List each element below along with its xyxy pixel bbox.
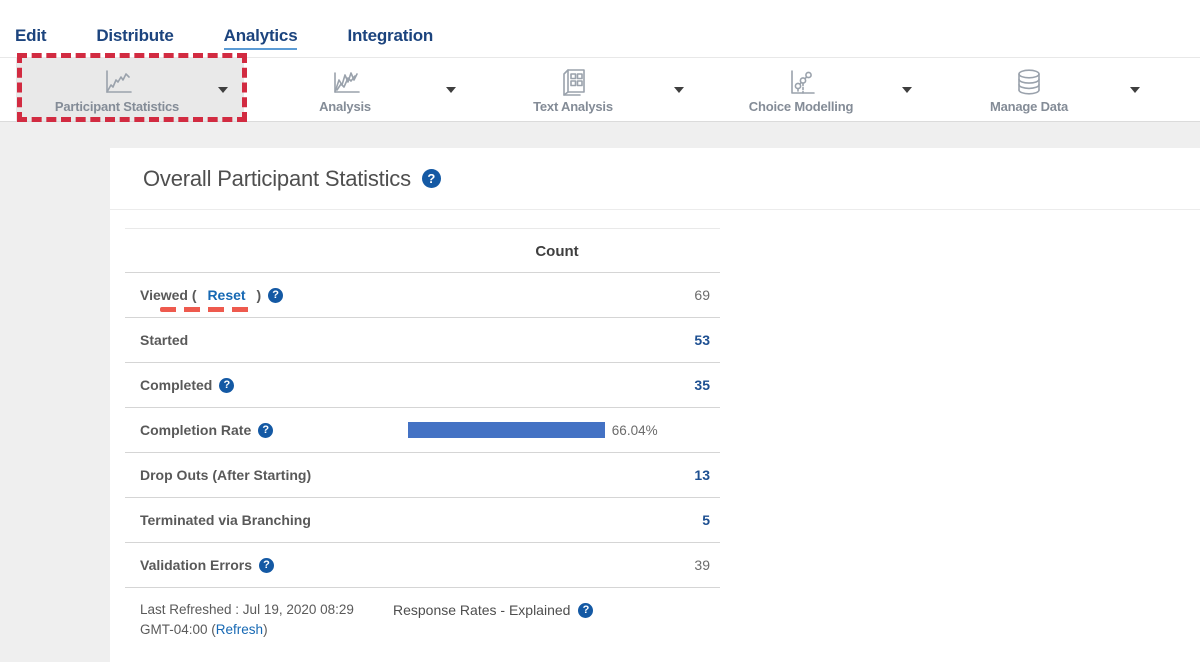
chevron-down-icon[interactable] — [674, 87, 684, 93]
main-nav: Edit Distribute Analytics Integration — [0, 0, 1200, 50]
row-label-text: Started — [140, 332, 188, 348]
row-label-text: Drop Outs (After Starting) — [140, 467, 311, 483]
toolbar-item-choice-modelling[interactable]: Choice Modelling — [700, 58, 928, 121]
row-label: Drop Outs (After Starting) — [140, 467, 311, 483]
toolbar-item-analysis[interactable]: Analysis — [244, 58, 472, 121]
row-value: 5 — [702, 512, 710, 528]
toolbar-item-text-analysis[interactable]: Text Analysis — [472, 58, 700, 121]
row-value: 69 — [694, 287, 710, 303]
row-label-text: Validation Errors — [140, 557, 252, 573]
row-value: 39 — [694, 557, 710, 573]
table-row-validation-errors: Validation Errors 39 — [125, 543, 720, 588]
table-row-completed: Completed 35 — [125, 363, 720, 408]
table-row-started: Started 53 — [125, 318, 720, 363]
document-grid-icon — [556, 66, 590, 96]
completion-rate-percent: 66.04% — [612, 423, 658, 438]
row-label: Completion Rate — [140, 422, 273, 438]
completion-rate-bar: 66.04% — [408, 422, 706, 438]
annotation-underline — [160, 307, 252, 312]
response-rates-explained: Response Rates - Explained — [393, 600, 593, 620]
row-value: 35 — [694, 377, 710, 393]
row-label: Terminated via Branching — [140, 512, 311, 528]
row-label: Completed — [140, 377, 234, 393]
toolbar-item-label: Analysis — [319, 99, 371, 114]
nav-tab-distribute[interactable]: Distribute — [96, 26, 173, 50]
row-label: Started — [140, 332, 188, 348]
row-label-text: ) — [253, 287, 262, 303]
table-row-drop-outs: Drop Outs (After Starting) 13 — [125, 453, 720, 498]
line-chart-icon — [100, 66, 134, 96]
toolbar-item-label: Text Analysis — [533, 99, 613, 114]
zigzag-chart-icon — [328, 66, 362, 96]
toolbar-item-label: Participant Statistics — [55, 99, 179, 114]
table-row-viewed: Viewed ( Reset ) 69 — [125, 273, 720, 318]
panel-header: Overall Participant Statistics — [110, 148, 1200, 210]
analysis-button-body: Analysis — [244, 58, 446, 121]
last-refreshed-text: Last Refreshed : Jul 19, 2020 08:29 GMT-… — [125, 600, 393, 640]
choice-modelling-button-body: Choice Modelling — [700, 58, 902, 121]
content-panel: Overall Participant Statistics Count Vie… — [110, 148, 1200, 662]
response-rates-label: Response Rates - Explained — [393, 602, 570, 618]
analytics-toolbar: Participant Statistics Analysis — [0, 57, 1200, 122]
table-row-terminated: Terminated via Branching 5 — [125, 498, 720, 543]
table-row-completion-rate: Completion Rate 66.04% — [125, 408, 720, 453]
refresh-link[interactable]: Refresh — [216, 622, 263, 637]
completion-rate-bar-fill — [408, 422, 605, 438]
reset-link[interactable]: Reset — [207, 287, 245, 303]
participant-statistics-button-body: Participant Statistics — [16, 58, 218, 121]
scatter-trend-icon — [784, 66, 818, 96]
nav-tab-edit[interactable]: Edit — [15, 26, 46, 50]
nav-tab-integration[interactable]: Integration — [347, 26, 433, 50]
table-header-row: Count — [125, 228, 720, 273]
row-label-text: Completed — [140, 377, 212, 393]
row-label: Validation Errors — [140, 557, 274, 573]
help-icon[interactable] — [268, 288, 283, 303]
chevron-down-icon[interactable] — [902, 87, 912, 93]
toolbar-item-participant-statistics[interactable]: Participant Statistics — [16, 58, 244, 121]
row-label-text: Terminated via Branching — [140, 512, 311, 528]
help-icon[interactable] — [259, 558, 274, 573]
text-analysis-button-body: Text Analysis — [472, 58, 674, 121]
row-label-text: Completion Rate — [140, 422, 251, 438]
row-label-text: Viewed ( — [140, 287, 200, 303]
last-refreshed-line1: Last Refreshed : Jul 19, 2020 08:29 — [140, 602, 354, 617]
count-column-header: Count — [408, 229, 706, 274]
chevron-down-icon[interactable] — [218, 87, 228, 93]
toolbar-item-manage-data[interactable]: Manage Data — [928, 58, 1156, 121]
last-refreshed-line2: GMT-04:00 ( — [140, 622, 216, 637]
help-icon[interactable] — [422, 169, 441, 188]
toolbar-item-label: Manage Data — [990, 99, 1068, 114]
row-value: 13 — [694, 467, 710, 483]
page-title: Overall Participant Statistics — [143, 166, 411, 192]
row-value: 53 — [694, 332, 710, 348]
toolbar-item-label: Choice Modelling — [749, 99, 853, 114]
last-refreshed-line2-suffix: ) — [263, 622, 268, 637]
help-icon[interactable] — [219, 378, 234, 393]
chevron-down-icon[interactable] — [446, 87, 456, 93]
top-bar: Edit Distribute Analytics Integration — [0, 0, 1200, 57]
chevron-down-icon[interactable] — [1130, 87, 1140, 93]
database-icon — [1012, 66, 1046, 96]
nav-tab-analytics[interactable]: Analytics — [224, 26, 298, 50]
manage-data-button-body: Manage Data — [928, 58, 1130, 121]
help-icon[interactable] — [258, 423, 273, 438]
table-footer: Last Refreshed : Jul 19, 2020 08:29 GMT-… — [125, 600, 720, 640]
row-label: Viewed ( Reset ) — [140, 287, 283, 303]
help-icon[interactable] — [578, 603, 593, 618]
participant-statistics-table: Count Viewed ( Reset ) 69 Started 53 Com… — [125, 228, 720, 588]
